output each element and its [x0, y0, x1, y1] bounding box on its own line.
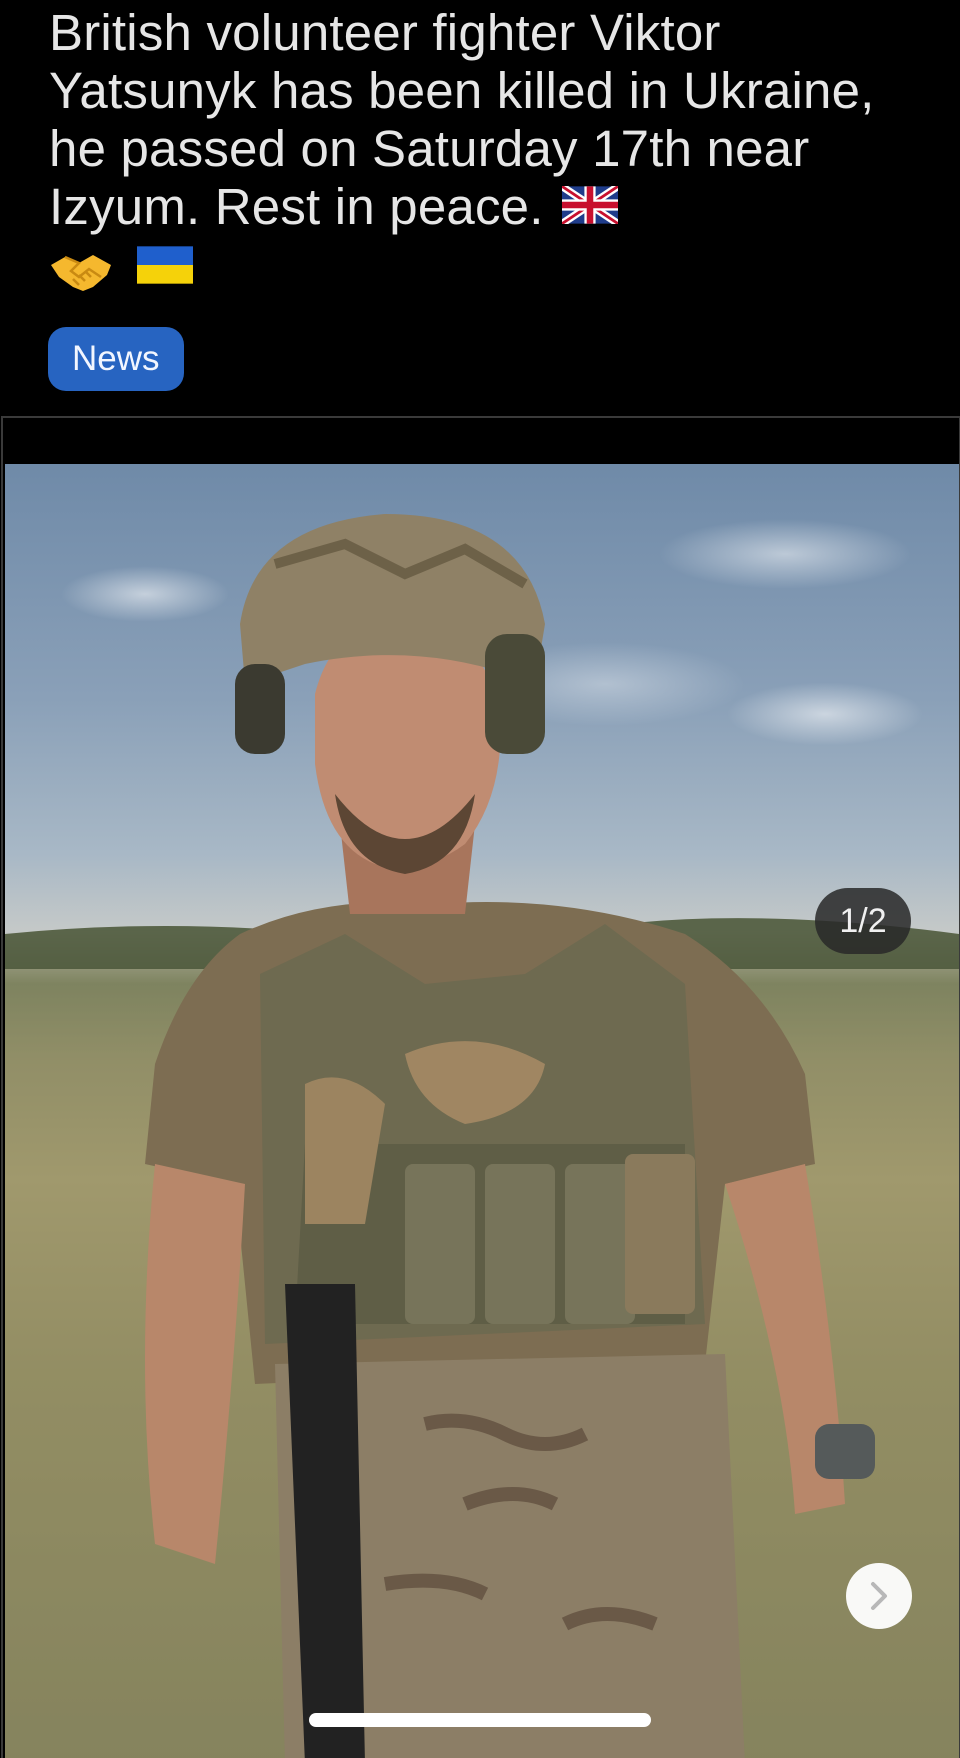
news-flair-tag[interactable]: News [48, 327, 184, 391]
soldier-photo [5, 514, 959, 1758]
flag-united-kingdom-icon [561, 185, 618, 224]
gallery-next-button[interactable] [846, 1563, 912, 1629]
post-image[interactable] [5, 464, 959, 1758]
home-indicator[interactable] [309, 1713, 651, 1727]
handshake-icon [51, 254, 111, 291]
gallery-counter: 1/2 [815, 888, 911, 954]
image-gallery[interactable]: 1/2 [1, 416, 960, 1758]
post-header: British volunteer fighter Viktor Yatsuny… [0, 0, 960, 415]
post-title-text: British volunteer fighter Viktor Yatsuny… [49, 4, 875, 235]
chevron-right-icon [871, 1582, 887, 1610]
flag-ukraine-icon [137, 245, 193, 284]
emoji-row [49, 238, 919, 296]
post-title: British volunteer fighter Viktor Yatsuny… [49, 4, 919, 296]
